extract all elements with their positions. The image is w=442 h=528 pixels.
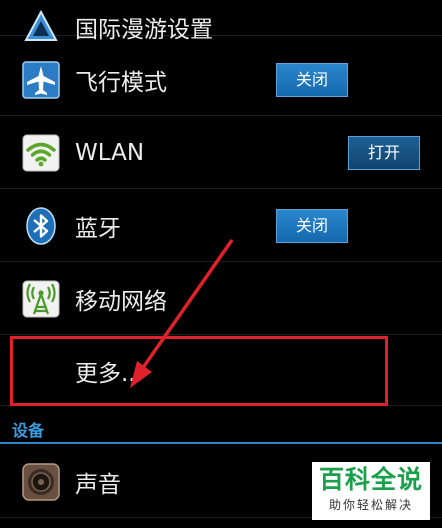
settings-item-mobile-network[interactable]: 移动网络 — [0, 263, 442, 335]
airplane-mode-toggle[interactable]: 关闭 — [276, 62, 348, 97]
settings-item-bluetooth[interactable]: 蓝牙 关闭 — [0, 190, 442, 262]
settings-item-roaming[interactable]: 国际漫游设置 — [0, 0, 442, 43]
watermark-title: 百科全说 — [318, 465, 423, 494]
settings-item-label: 飞行模式 — [75, 69, 167, 96]
wlan-toggle[interactable]: 打开 — [348, 135, 420, 170]
settings-item-label: 移动网络 — [75, 288, 167, 315]
watermark-subtitle: 助你轻松解决 — [328, 498, 413, 512]
section-header-device: 设备 — [0, 412, 442, 444]
section-header-label: 设备 — [12, 421, 45, 440]
wifi-icon — [22, 134, 60, 171]
speaker-icon — [22, 462, 60, 501]
settings-item-wlan[interactable]: WLAN 打开 — [0, 117, 442, 189]
settings-item-label: WLAN — [75, 139, 145, 166]
bluetooth-icon — [26, 206, 56, 245]
roaming-triangle-icon — [24, 9, 58, 41]
settings-item-label: 国际漫游设置 — [75, 17, 213, 43]
highlight-box — [10, 336, 388, 406]
watermark-logo: 百科全说 助你轻松解决 — [312, 462, 430, 520]
settings-item-label: 声音 — [75, 471, 121, 498]
bluetooth-toggle[interactable]: 关闭 — [276, 208, 348, 243]
settings-item-airplane-mode[interactable]: 飞行模式 关闭 — [0, 44, 442, 116]
mobile-network-icon — [22, 280, 60, 317]
settings-item-label: 蓝牙 — [75, 215, 121, 242]
airplane-icon — [22, 60, 60, 99]
